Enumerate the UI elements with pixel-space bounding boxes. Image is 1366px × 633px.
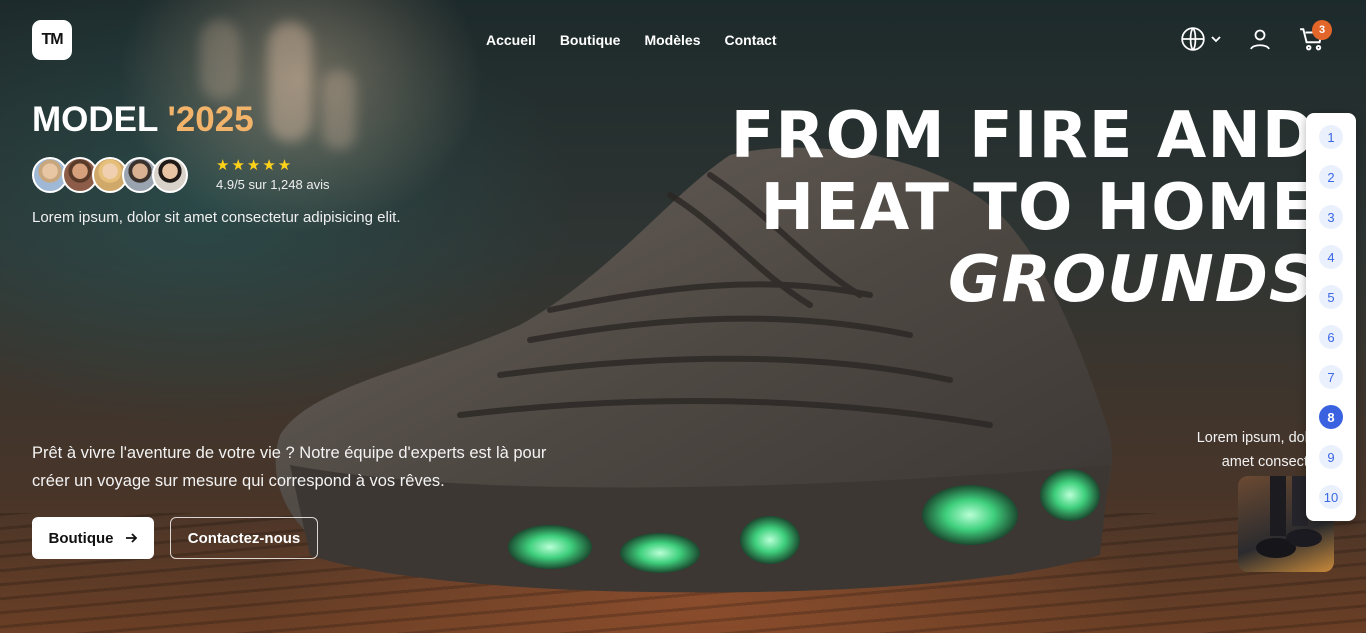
pager-item-3[interactable]: 3 xyxy=(1319,205,1343,229)
header-actions: 3 xyxy=(1180,20,1332,52)
pager-item-6[interactable]: 6 xyxy=(1319,325,1343,349)
language-selector[interactable] xyxy=(1180,26,1222,52)
side-lead-line-1: Lorem ipsum, dolo xyxy=(1196,430,1316,446)
headline-line-2: HEAT TO HOME xyxy=(760,171,1316,245)
pager-item-8[interactable]: 8 xyxy=(1319,405,1343,429)
hero-headline: FROM FIRE AND HEAT TO HOME GROUNDS xyxy=(731,100,1316,316)
nav-contact[interactable]: Contact xyxy=(724,32,776,48)
brand-logo[interactable]: TM xyxy=(32,20,72,60)
bokeh-light xyxy=(268,22,312,142)
nav-boutique[interactable]: Boutique xyxy=(560,32,621,48)
side-lead: Lorem ipsum, dolo amet consecte xyxy=(1197,426,1316,474)
main-nav: Accueil Boutique Modèles Contact xyxy=(486,32,777,48)
pager-item-2[interactable]: 2 xyxy=(1319,165,1343,189)
bokeh-light xyxy=(200,20,240,100)
arrow-right-icon xyxy=(125,533,137,543)
rating-text: 4.9/5 sur 1,248 avis xyxy=(216,177,330,192)
pager-item-5[interactable]: 5 xyxy=(1319,285,1343,309)
headline-line-3: GROUNDS xyxy=(948,243,1316,317)
account-button[interactable] xyxy=(1248,26,1272,52)
chevron-down-icon xyxy=(1211,36,1221,43)
side-lead-line-2: amet consecte xyxy=(1221,454,1316,470)
user-icon xyxy=(1250,29,1270,50)
model-title: MODEL '2025 xyxy=(32,100,254,140)
contact-button[interactable]: Contactez-nous xyxy=(170,517,318,559)
pager-item-7[interactable]: 7 xyxy=(1319,365,1343,389)
rating-stars: ★★★★★ xyxy=(216,157,294,174)
pager-item-10[interactable]: 10 xyxy=(1319,485,1343,509)
hero-pitch: Prêt à vivre l'aventure de votre vie ? N… xyxy=(32,444,547,490)
logo-text: TM xyxy=(41,31,63,48)
contact-button-label: Contactez-nous xyxy=(187,529,301,547)
cart-button[interactable]: 3 xyxy=(1298,20,1332,52)
reviewer-avatars xyxy=(32,157,188,193)
slide-pager: 1 2 3 4 5 6 7 8 9 10 xyxy=(1306,113,1356,521)
nav-accueil[interactable]: Accueil xyxy=(486,32,536,48)
avatar xyxy=(152,157,188,193)
cart-count-badge: 3 xyxy=(1312,20,1332,40)
globe-icon xyxy=(1181,27,1205,51)
nav-modeles[interactable]: Modèles xyxy=(644,32,700,48)
pager-item-4[interactable]: 4 xyxy=(1319,245,1343,269)
model-year: '2025 xyxy=(167,100,254,139)
shop-button[interactable]: Boutique xyxy=(32,517,154,559)
model-label: MODEL xyxy=(32,100,158,139)
hero-lead: Lorem ipsum, dolor sit amet consectetur … xyxy=(32,209,401,226)
pager-item-9[interactable]: 9 xyxy=(1319,445,1343,469)
headline-line-1: FROM FIRE AND xyxy=(730,99,1316,173)
shop-button-label: Boutique xyxy=(48,529,114,547)
pager-item-1[interactable]: 1 xyxy=(1319,125,1343,149)
rating: ★★★★★ 4.9/5 sur 1,248 avis xyxy=(216,157,330,193)
